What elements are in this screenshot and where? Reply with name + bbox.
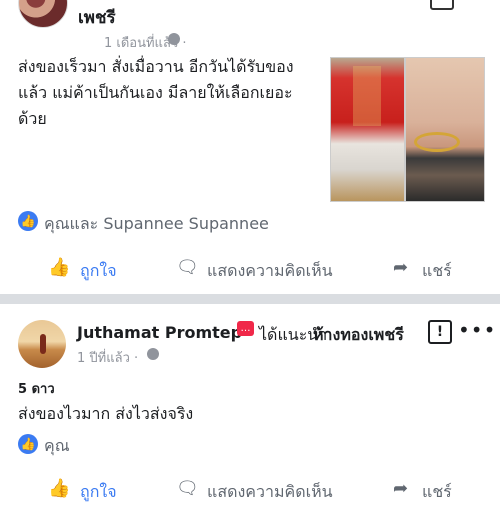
thumbs-up-icon: 👍 [18,434,38,454]
speech-bubble-icon[interactable]: 🗨 [176,478,199,499]
post-action-bar: 👍 ถูกใจ 🗨 แสดงความคิดเห็น ➦ แชร์ [0,254,500,286]
reactions-summary[interactable]: คุณและ Supannee Supannee [44,212,269,237]
more-dots-icon[interactable]: ••• [458,318,496,342]
speech-bubble-icon[interactable]: 🗨 [176,257,199,278]
post-text: ส่งของไวมาก ส่งไวส่งจริง [18,404,194,423]
like-button[interactable]: ถูกใจ [80,259,117,284]
page-name[interactable]: ห้างทองเพชรี [313,323,404,348]
share-arrow-icon[interactable]: ➦ [393,257,408,278]
share-arrow-icon[interactable]: ➦ [393,478,408,499]
post-photo-package[interactable] [330,57,405,202]
comment-button[interactable]: แสดงความคิดเห็น [207,259,333,284]
author-avatar[interactable] [18,320,66,368]
post-text: ส่งของเร็วมา สั่งเมื่อวาน อีกวันได้รับขอ… [18,57,294,128]
like-button[interactable]: ถูกใจ [80,480,117,505]
share-button[interactable]: แชร์ [422,259,452,284]
post-action-bar: 👍 ถูกใจ 🗨 แสดงความคิดเห็น ➦ แชร์ [0,478,500,510]
post-timestamp[interactable]: 1 ปีที่แล้ว · [77,347,138,368]
share-button[interactable]: แชร์ [422,480,452,505]
author-avatar[interactable] [18,0,68,28]
recommend-badge-icon: … [237,321,254,336]
thumbs-up-icon: 👍 [18,211,38,231]
exclamation-box-icon[interactable]: ! [428,320,452,344]
thumbs-up-icon[interactable]: 👍 [48,478,70,499]
rating-label: 5 ดาว [18,382,55,397]
messenger-icon[interactable] [430,0,454,10]
post-separator [0,294,500,304]
author-name[interactable]: เพชรี [78,4,116,31]
thumbs-up-icon[interactable]: 👍 [48,257,70,278]
post-photo-bracelet[interactable] [405,57,485,202]
author-name[interactable]: Juthamat Promtep [77,323,242,342]
comment-button[interactable]: แสดงความคิดเห็น [207,480,333,505]
globe-icon [147,348,159,360]
globe-icon [168,33,180,45]
reactions-summary[interactable]: คุณ [44,434,70,459]
